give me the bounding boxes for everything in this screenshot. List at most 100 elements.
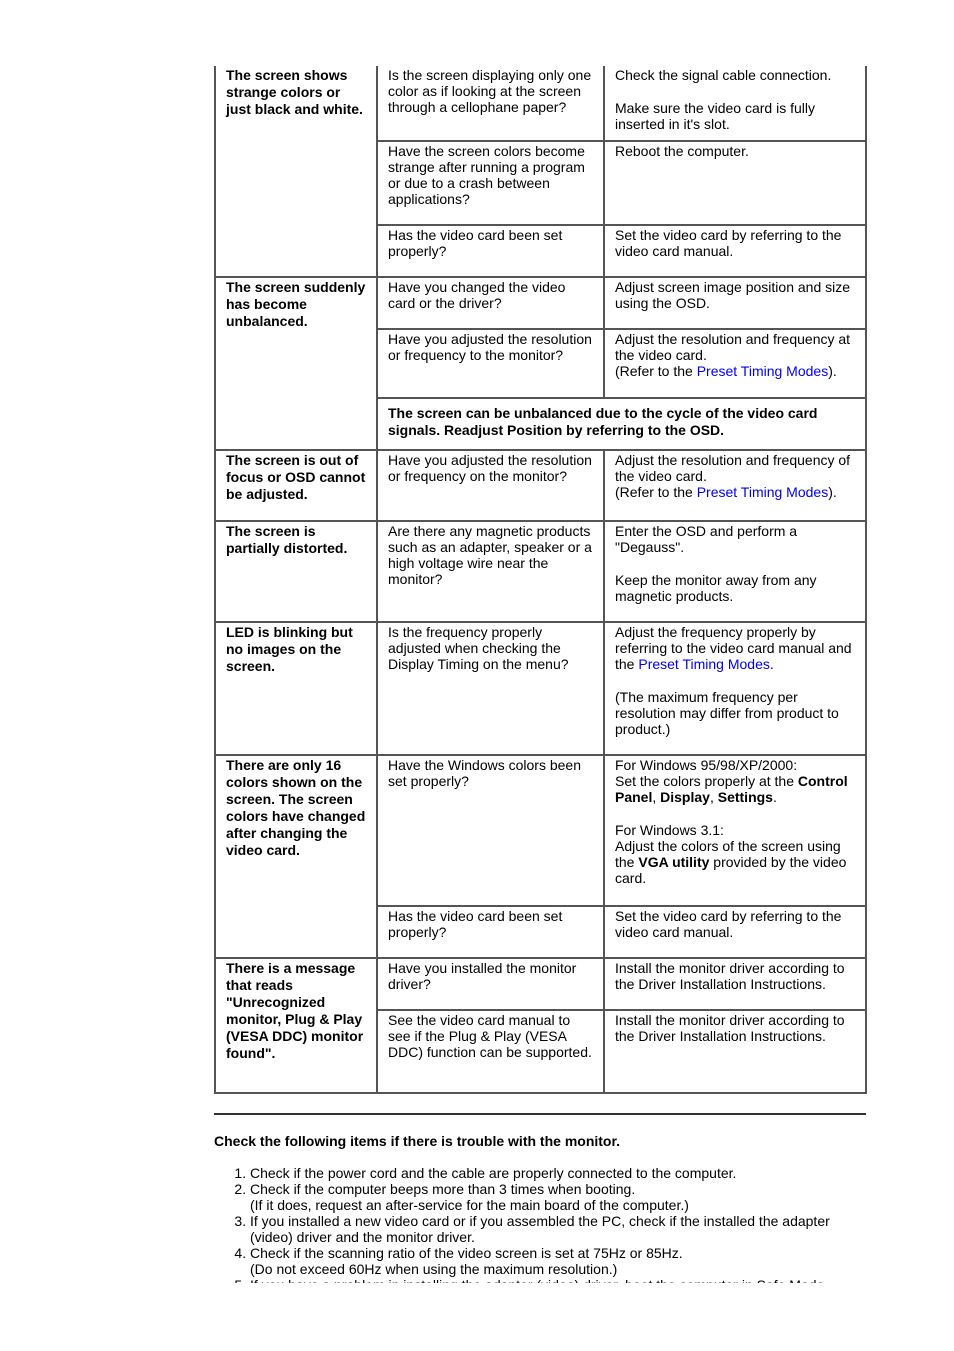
text: Have you installed the monitor driver? bbox=[388, 960, 577, 992]
text: Install the monitor driver according to … bbox=[615, 1012, 845, 1044]
solution-cell: Adjust the resolution and frequency at t… bbox=[603, 328, 867, 399]
solution-cell: Check the signal cable connection. Make s… bbox=[603, 66, 867, 142]
checklist-item-text: If you installed a new video card or if … bbox=[250, 1213, 830, 1245]
text: . bbox=[769, 656, 774, 672]
text: Have the screen colors become strange af… bbox=[388, 143, 585, 207]
table-row: LED is blinking but no images on the scr… bbox=[214, 621, 867, 756]
paragraph: Have you adjusted the resolution or freq… bbox=[388, 452, 595, 484]
solution-cell: Adjust the frequency properly by referri… bbox=[603, 621, 867, 756]
paragraph: Has the video card been set properly? bbox=[388, 908, 595, 940]
text: Reboot the computer. bbox=[615, 143, 749, 159]
text: Set the colors properly at the bbox=[615, 773, 798, 789]
text: For Windows 3.1: bbox=[615, 822, 724, 838]
symptom-cell: There is a message that reads "Unrecogni… bbox=[214, 957, 378, 1094]
solution-cell: Adjust screen image position and size us… bbox=[603, 276, 867, 330]
paragraph: For Windows 3.1: Adjust the colors of the… bbox=[615, 822, 857, 886]
text: See the video card manual to see if the … bbox=[388, 1012, 592, 1060]
paragraph: Have the screen colors become strange af… bbox=[388, 143, 595, 207]
symptom-cell: The screen shows strange colors or just … bbox=[214, 66, 378, 278]
solution-cell: Set the video card by referring to the v… bbox=[603, 905, 867, 959]
paragraph: Check the signal cable connection. bbox=[615, 67, 857, 83]
preset-timing-modes-link[interactable]: Preset Timing Modes bbox=[697, 484, 829, 500]
check-cell: Have you installed the monitor driver? bbox=[376, 957, 605, 1011]
symptom-cell: The screen is out of focus or OSD cannot… bbox=[214, 449, 378, 522]
text: Is the screen displaying only one color … bbox=[388, 67, 592, 115]
check-cell: Are there any magnetic products such as … bbox=[376, 520, 605, 623]
paragraph: Adjust the resolution and frequency of t… bbox=[615, 452, 857, 500]
text: (Refer to the bbox=[615, 363, 697, 379]
text: Are there any magnetic products such as … bbox=[388, 523, 592, 587]
text: Have you adjusted the resolution or freq… bbox=[388, 452, 592, 484]
checklist-item: If you have a problem in installing the … bbox=[250, 1277, 874, 1283]
preset-timing-modes-link[interactable]: Preset Timing Modes bbox=[638, 656, 770, 672]
table-row: The screen is partially distorted. Are th… bbox=[214, 520, 867, 623]
check-cell: Have you adjusted the resolution or freq… bbox=[376, 328, 605, 399]
symptom-cell: LED is blinking but no images on the scr… bbox=[214, 621, 378, 756]
paragraph: Have you changed the video card or the d… bbox=[388, 279, 595, 311]
text: (The maximum frequency per resolution ma… bbox=[615, 689, 839, 737]
paragraph: Adjust screen image position and size us… bbox=[615, 279, 857, 311]
paragraph: Set the video card by referring to the v… bbox=[615, 227, 857, 259]
text: Have you changed the video card or the d… bbox=[388, 279, 566, 311]
text: Install the monitor driver according to … bbox=[615, 960, 845, 992]
text: Keep the monitor away from any magnetic … bbox=[615, 572, 817, 604]
paragraph: Keep the monitor away from any magnetic … bbox=[615, 572, 857, 604]
text: Have the Windows colors been set properl… bbox=[388, 757, 581, 789]
table-row: There is a message that reads "Unrecogni… bbox=[214, 957, 867, 1094]
checklist-item-text: Check if the scanning ratio of the video… bbox=[250, 1245, 683, 1261]
text: ). bbox=[828, 484, 837, 500]
preset-timing-modes-link[interactable]: Preset Timing Modes bbox=[697, 363, 829, 379]
text: , bbox=[652, 789, 661, 805]
checklist-title: Check the following items if there is tr… bbox=[214, 1133, 621, 1149]
paragraph: Enter the OSD and perform a "Degauss". bbox=[615, 523, 857, 555]
paragraph: Reboot the computer. bbox=[615, 143, 857, 159]
check-cell: Is the frequency properly adjusted when … bbox=[376, 621, 605, 756]
symptom-cell: The screen suddenly has become unbalance… bbox=[214, 276, 378, 451]
paragraph: For Windows 95/98/XP/2000: Set the colors… bbox=[615, 757, 857, 805]
paragraph: Install the monitor driver according to … bbox=[615, 960, 857, 992]
check-cell: Have the screen colors become strange af… bbox=[376, 140, 605, 226]
text: For Windows 95/98/XP/2000: bbox=[615, 757, 798, 773]
paragraph: Has the video card been set properly? bbox=[388, 227, 595, 259]
text: ). bbox=[828, 363, 837, 379]
text: Adjust screen image position and size us… bbox=[615, 279, 851, 311]
paragraph: Set the video card by referring to the v… bbox=[615, 908, 857, 940]
solution-cell: Install the monitor driver according to … bbox=[603, 957, 867, 1011]
check-cell: Is the screen displaying only one color … bbox=[376, 66, 605, 142]
page: The screen shows strange colors or just … bbox=[0, 0, 954, 1351]
paragraph: Have you adjusted the resolution or freq… bbox=[388, 331, 595, 363]
text: Has the video card been set properly? bbox=[388, 227, 563, 259]
troubleshooting-table: The screen shows strange colors or just … bbox=[214, 66, 867, 1094]
paragraph: (The maximum frequency per resolution ma… bbox=[615, 689, 857, 737]
bold-text: Display bbox=[660, 789, 710, 805]
solution-cell: Install the monitor driver according to … bbox=[603, 1009, 867, 1094]
symptom-cell: The screen is partially distorted. bbox=[214, 520, 378, 623]
table-row: The screen is out of focus or OSD cannot… bbox=[214, 449, 867, 522]
checklist-item-text: (Do not exceed 60Hz when using the maxim… bbox=[250, 1261, 618, 1277]
check-cell: Has the video card been set properly? bbox=[376, 905, 605, 959]
paragraph: See the video card manual to see if the … bbox=[388, 1012, 595, 1060]
paragraph: Adjust the frequency properly by referri… bbox=[615, 624, 857, 672]
paragraph: Is the screen displaying only one color … bbox=[388, 67, 595, 115]
paragraph: Have the Windows colors been set properl… bbox=[388, 757, 595, 789]
text: Set the video card by referring to the v… bbox=[615, 908, 842, 940]
table-row: There are only 16 colors shown on the sc… bbox=[214, 754, 867, 959]
text: Enter the OSD and perform a "Degauss". bbox=[615, 523, 798, 555]
checklist-item: Check if the scanning ratio of the video… bbox=[250, 1245, 874, 1277]
paragraph: Adjust the resolution and frequency at t… bbox=[615, 331, 857, 379]
checklist-item: If you installed a new video card or if … bbox=[250, 1213, 874, 1245]
bold-text: VGA utility bbox=[638, 854, 710, 870]
text: Has the video card been set properly? bbox=[388, 908, 563, 940]
bold-text: Settings bbox=[717, 789, 773, 805]
text: Make sure the video card is fully insert… bbox=[615, 100, 815, 132]
solution-cell: Adjust the resolution and frequency of t… bbox=[603, 449, 867, 522]
divider bbox=[214, 1113, 866, 1115]
solution-cell: Set the video card by referring to the v… bbox=[603, 224, 867, 278]
solution-cell: For Windows 95/98/XP/2000: Set the colors… bbox=[603, 754, 867, 907]
check-cell: See the video card manual to see if the … bbox=[376, 1009, 605, 1094]
paragraph: Are there any magnetic products such as … bbox=[388, 523, 595, 587]
paragraph: Is the frequency properly adjusted when … bbox=[388, 624, 595, 672]
solution-cell: Reboot the computer. bbox=[603, 140, 867, 226]
text: Adjust the resolution and frequency of t… bbox=[615, 452, 851, 484]
check-cell: Have you changed the video card or the d… bbox=[376, 276, 605, 330]
